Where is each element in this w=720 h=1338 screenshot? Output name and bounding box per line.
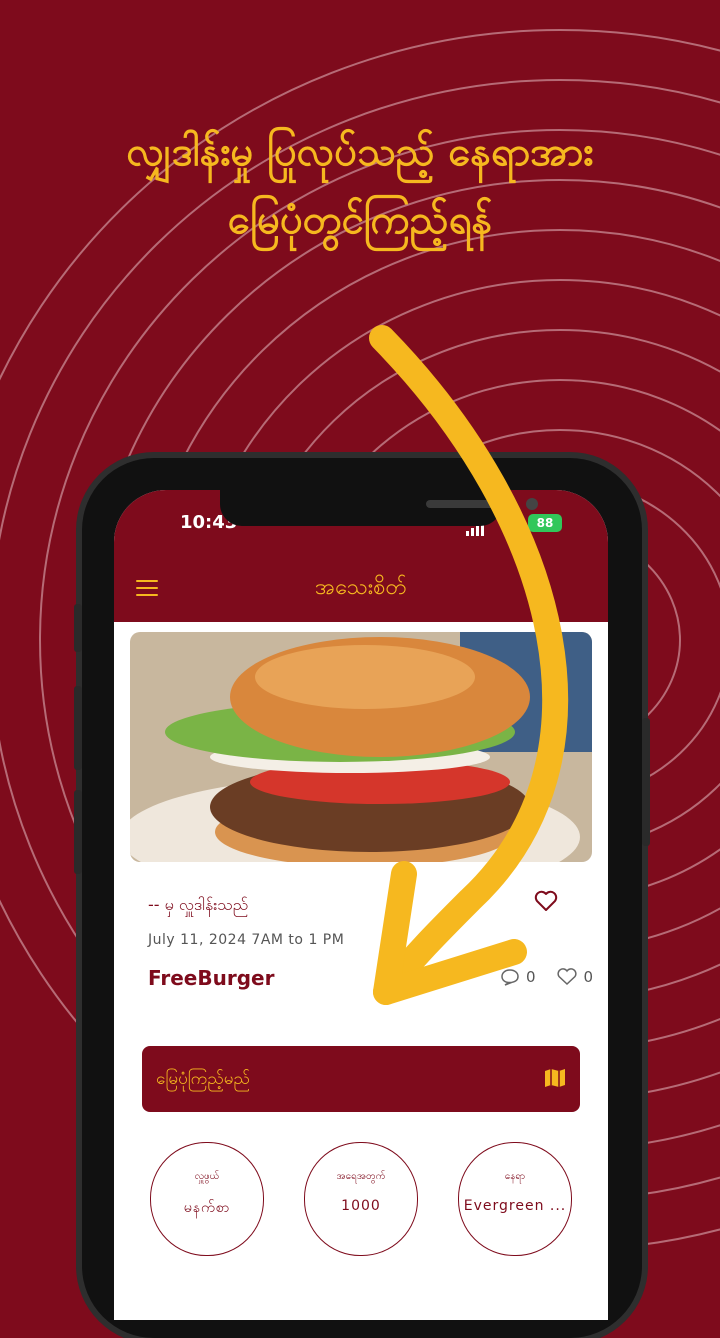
info-circle-quantity: အရေအတွက် 1000 [304,1142,418,1256]
phone-volume-down-button [74,790,82,874]
comment-count: 0 [526,968,536,986]
promo-headline: လျှဒါန်းမှု ပြုလုပ်သည့် နေရာအား မြေပုံတွ… [20,118,700,254]
phone-volume-up-button [74,686,82,770]
event-date: July 11, 2024 7AM to 1 PM [148,932,345,948]
phone-screen: 10:43 88 အသေးစိတ် -- မှ လှူဒါန်းသည် July… [114,490,608,1320]
favorite-heart-icon[interactable] [534,890,558,912]
info-circle-item: လှူဖွယ် မနက်စာ [150,1142,264,1256]
comment-icon[interactable] [500,968,520,986]
info-circle-value: 1000 [341,1198,381,1214]
info-circle-value: မနက်စာ [183,1200,231,1216]
donation-title: FreeBurger [148,966,275,990]
donor-label: -- မှ လှူဒါန်းသည် [148,895,249,914]
map-icon [545,1069,565,1087]
info-circle-location: နေရာ Evergreen ... [458,1142,572,1256]
battery-level: 88 [536,516,554,530]
speaker-grille [426,500,502,508]
page-title: အသေးစိတ် [315,575,407,600]
phone-side-button [74,604,82,652]
post-stats: 0 0 [500,968,593,986]
burger-photo [130,632,592,862]
battery-icon: 88 [528,514,562,532]
view-map-label: မြေပုံကြည့်မည် [156,1069,250,1089]
front-camera [526,498,538,510]
like-count: 0 [583,968,594,986]
headline-line-2: မြေပုံတွင်ကြည့်ရန် [227,197,493,243]
headline-line-1: လျှဒါန်းမှု ပြုလုပ်သည့် နေရာအား [126,129,594,175]
info-circle-label: နေရာ [504,1171,526,1182]
phone-power-button [642,718,650,846]
like-heart-icon[interactable] [556,968,578,986]
view-map-button[interactable]: မြေပုံကြည့်မည် [142,1046,580,1112]
phone-notch [220,490,538,526]
info-circle-label: အရေအတွက် [336,1171,386,1182]
info-circle-value: Evergreen ... [463,1198,567,1214]
info-circle-label: လှူဖွယ် [194,1171,220,1182]
